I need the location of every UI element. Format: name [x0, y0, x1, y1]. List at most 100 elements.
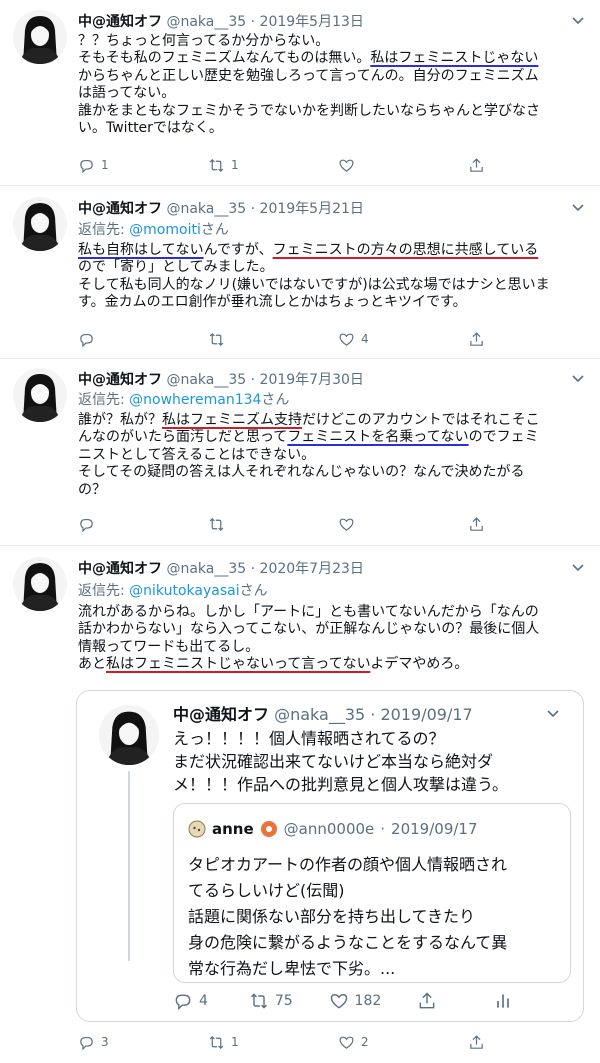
analytics-button[interactable] — [493, 991, 533, 1011]
retweet-button[interactable] — [208, 331, 248, 348]
action-bar: 3 1 2 — [78, 1032, 508, 1052]
display-name[interactable]: 中@通知オフ — [173, 705, 269, 724]
reply-icon — [175, 994, 191, 1011]
tweet-3[interactable]: 中@通知オフ @naka__35 · 2019年7月30日 返信先: @nowh… — [0, 360, 600, 546]
retweet-icon — [250, 993, 267, 1009]
avatar[interactable] — [13, 10, 67, 64]
heart-icon — [339, 159, 354, 172]
handle[interactable]: @naka__35 — [274, 705, 365, 724]
like-button[interactable] — [338, 516, 378, 533]
text-line: んなのがいたら面汚しだと思ってフェミニストを名乗ってないのでフェミ — [78, 429, 590, 446]
nested-quote-header: anne @ann0000e · 2019/09/17 — [188, 820, 478, 838]
share-button[interactable] — [468, 157, 508, 174]
retweet-button[interactable]: 1 — [208, 1034, 248, 1051]
reply-handle-link[interactable]: @nikutokayasai — [129, 583, 239, 599]
like-button[interactable]: 4 — [338, 331, 378, 348]
avatar-illustration — [13, 10, 67, 64]
tweet-text: ？？ちょっと何言ってるか分からない。 そもそも私のフェミニズムなんてものは無い。私… — [78, 33, 590, 137]
avatar-illustration — [99, 705, 159, 765]
reply-handle-link[interactable]: @nowhereman134 — [129, 392, 261, 408]
handle[interactable]: @naka__35 — [166, 561, 246, 577]
tweet-2[interactable]: 中@通知オフ @naka__35 · 2019年5月21日 返信先: @momo… — [0, 187, 600, 359]
retweet-button[interactable]: 75 — [249, 991, 293, 1011]
nested-quote-text: タピオカアートの作者の顔や個人情報晒され てるらしいけど(伝聞) 話題に関係ない… — [188, 855, 508, 978]
highlighted-text: 私はフェミニストじゃないって言ってない — [106, 656, 371, 673]
reply-button[interactable] — [78, 331, 118, 348]
share-button[interactable] — [468, 331, 508, 348]
reply-button[interactable]: 3 — [78, 1034, 118, 1051]
display-name[interactable]: 中@通知オフ — [78, 372, 162, 388]
text-segment: 話かわからない」なら入ってこない、が正解なんじゃないの？最後に個人 — [78, 621, 540, 638]
share-button[interactable] — [468, 1034, 508, 1051]
text-segment: 誰が？私が？ — [78, 412, 162, 428]
display-name[interactable]: 中@通知オフ — [78, 14, 162, 30]
avatar-illustration — [13, 197, 67, 251]
display-name[interactable]: 中@通知オフ — [78, 561, 162, 577]
thread-line — [128, 771, 130, 961]
chevron-down-icon[interactable] — [545, 705, 561, 721]
like-button[interactable]: 2 — [338, 1034, 378, 1051]
timestamp[interactable]: 2020年7月23日 — [260, 561, 364, 577]
share-icon — [470, 331, 483, 346]
text-segment: んですが、 — [203, 242, 273, 258]
retweet-icon — [209, 158, 224, 172]
chevron-down-icon[interactable] — [570, 199, 586, 215]
reply-button[interactable]: 1 — [78, 157, 118, 174]
reply-button[interactable] — [78, 516, 118, 533]
retweet-button[interactable]: 1 — [208, 157, 248, 174]
tweet-1[interactable]: 中@通知オフ @naka__35 · 2019年5月13日 ？？ちょっと何言って… — [0, 0, 600, 186]
handle[interactable]: @ann0000e — [284, 820, 375, 838]
heart-icon — [339, 333, 354, 346]
chevron-down-icon[interactable] — [570, 12, 586, 28]
reply-count: 3 — [101, 1035, 109, 1049]
highlighted-text: 私も自称はしてない — [78, 242, 204, 258]
share-icon — [470, 157, 483, 172]
text-segment: そして私も同人的なノリ(嫌いではないですが)は公式な場ではナシと思いま — [78, 276, 550, 293]
text-line: からちゃんと正しい歴史を勉強しろって言ってんの。自分のフェミニズム — [78, 68, 590, 85]
nested-quoted-tweet[interactable]: anne @ann0000e · 2019/09/17 タピオカアートの作者の顔… — [173, 803, 571, 983]
display-name[interactable]: 中@通知オフ — [78, 201, 162, 217]
text-segment: んなのがいたら面汚しだと思って — [78, 429, 288, 446]
chevron-down-icon[interactable] — [570, 370, 586, 386]
replying-to: 返信先: @nikutokayasaiさん — [78, 583, 268, 599]
action-bar — [78, 514, 508, 534]
text-segment: からちゃんと正しい歴史を勉強しろって言ってんの。自分のフェミニズム — [78, 67, 539, 84]
avatar[interactable] — [13, 557, 67, 611]
handle[interactable]: @naka__35 — [166, 372, 246, 388]
avatar[interactable] — [99, 705, 159, 765]
like-button[interactable]: 182 — [329, 991, 381, 1011]
timestamp[interactable]: 2019年5月21日 — [260, 201, 364, 217]
timestamp[interactable]: 2019年7月30日 — [260, 372, 364, 388]
text-segment: す。金カムのエロ創作が垂れ流しとかはちょっとキツイです。 — [78, 294, 467, 311]
handle[interactable]: @naka__35 — [166, 14, 246, 30]
timestamp[interactable]: 2019年5月13日 — [260, 14, 364, 30]
text-line: 情報ってワードも出てるし。 — [78, 639, 590, 656]
avatar-illustration — [13, 557, 67, 611]
text-segment: そしてその疑問の答えは人それぞれなんじゃないの？なんで決めたがる — [78, 464, 525, 481]
reply-count: 4 — [199, 993, 208, 1009]
timestamp[interactable]: 2019/09/17 — [391, 820, 477, 838]
reply-handle-link[interactable]: @momoiti — [129, 222, 201, 238]
share-icon — [419, 992, 435, 1009]
avatar[interactable] — [13, 368, 67, 422]
action-bar: 1 1 — [78, 155, 508, 175]
timestamp[interactable]: 2019/09/17 — [380, 705, 472, 724]
chevron-down-icon[interactable] — [570, 559, 586, 575]
text-line: あと私はフェミニストじゃないって言ってないよデマやめろ。 — [78, 656, 590, 673]
display-name[interactable]: anne — [212, 820, 254, 838]
avatar[interactable] — [13, 197, 67, 251]
avatar-illustration — [13, 368, 67, 422]
quote-header: 中@通知オフ @naka__35 · 2019/09/17 — [173, 705, 473, 724]
share-button[interactable] — [468, 516, 508, 533]
tweet-header: 中@通知オフ @naka__35 · 2019年5月21日 — [78, 201, 364, 217]
like-button[interactable] — [338, 157, 378, 174]
share-button[interactable] — [417, 991, 457, 1011]
reply-icon — [80, 333, 93, 347]
reply-count: 1 — [101, 158, 109, 172]
reply-button[interactable]: 4 — [173, 991, 213, 1011]
handle[interactable]: @naka__35 — [166, 201, 246, 217]
quoted-tweet[interactable]: 中@通知オフ @naka__35 · 2019/09/17 えっ！！！！個人情報… — [76, 690, 584, 1022]
quote-action-bar: 4 75 182 — [173, 991, 533, 1011]
retweet-button[interactable] — [208, 516, 248, 533]
text-segment: ので「寄り」としてみました。 — [78, 259, 274, 276]
